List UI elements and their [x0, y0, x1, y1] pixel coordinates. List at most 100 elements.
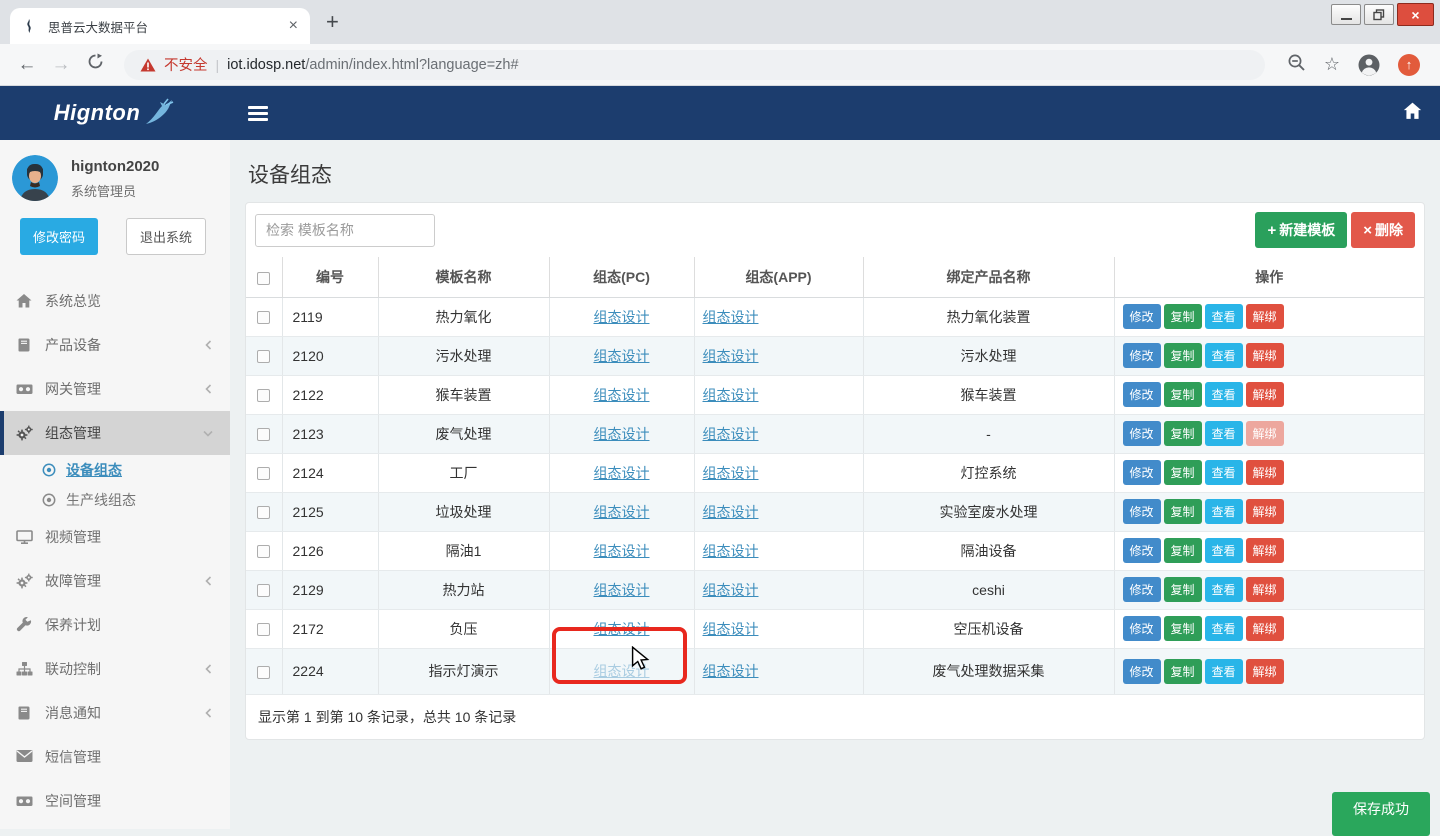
app-config-design-link[interactable]: 组态设计: [703, 621, 759, 637]
row-checkbox[interactable]: [257, 623, 270, 636]
sidebar-item-space-mgmt[interactable]: 空间管理: [0, 779, 230, 823]
sidebar-item-product-devices[interactable]: 产品设备: [0, 323, 230, 367]
pc-config-design-link[interactable]: 组态设计: [594, 663, 650, 679]
url-text[interactable]: iot.idosp.net/admin/index.html?language=…: [227, 56, 518, 74]
sidebar-item-fault-mgmt[interactable]: 故障管理: [0, 559, 230, 603]
hamburger-menu-icon[interactable]: [248, 106, 268, 121]
app-config-design-link[interactable]: 组态设计: [703, 504, 759, 520]
unbind-button[interactable]: 解绑: [1246, 421, 1284, 446]
row-checkbox[interactable]: [257, 666, 270, 679]
copy-button[interactable]: 复制: [1164, 382, 1202, 407]
row-checkbox[interactable]: [257, 545, 270, 558]
unbind-button[interactable]: 解绑: [1246, 343, 1284, 368]
window-restore-button[interactable]: [1364, 4, 1394, 25]
copy-button[interactable]: 复制: [1164, 616, 1202, 641]
sidebar-item-gateway-mgmt[interactable]: 网关管理: [0, 367, 230, 411]
unbind-button[interactable]: 解绑: [1246, 616, 1284, 641]
address-bar[interactable]: 不安全 | iot.idosp.net/admin/index.html?lan…: [124, 50, 1265, 80]
tab-close-icon[interactable]: ×: [289, 18, 298, 34]
logout-button[interactable]: 退出系统: [126, 218, 206, 255]
row-checkbox[interactable]: [257, 350, 270, 363]
view-button[interactable]: 查看: [1205, 304, 1243, 329]
view-button[interactable]: 查看: [1205, 538, 1243, 563]
row-checkbox[interactable]: [257, 311, 270, 324]
select-all-checkbox[interactable]: [257, 272, 270, 285]
app-config-design-link[interactable]: 组态设计: [703, 348, 759, 364]
window-minimize-button[interactable]: [1331, 4, 1361, 25]
zoom-out-icon[interactable]: [1287, 53, 1306, 77]
copy-button[interactable]: 复制: [1164, 421, 1202, 446]
unbind-button[interactable]: 解绑: [1246, 304, 1284, 329]
copy-button[interactable]: 复制: [1164, 499, 1202, 524]
forward-button[interactable]: →: [46, 54, 76, 76]
copy-button[interactable]: 复制: [1164, 460, 1202, 485]
app-config-design-link[interactable]: 组态设计: [703, 582, 759, 598]
pc-config-design-link[interactable]: 组态设计: [594, 621, 650, 637]
sidebar-subitem-line-config[interactable]: 生产线组态: [0, 485, 230, 515]
view-button[interactable]: 查看: [1205, 499, 1243, 524]
app-config-design-link[interactable]: 组态设计: [703, 387, 759, 403]
unbind-button[interactable]: 解绑: [1246, 659, 1284, 684]
modify-button[interactable]: 修改: [1123, 499, 1161, 524]
view-button[interactable]: 查看: [1205, 343, 1243, 368]
row-checkbox[interactable]: [257, 428, 270, 441]
app-config-design-link[interactable]: 组态设计: [703, 465, 759, 481]
pc-config-design-link[interactable]: 组态设计: [594, 348, 650, 364]
view-button[interactable]: 查看: [1205, 421, 1243, 446]
reload-button[interactable]: [80, 53, 110, 76]
view-button[interactable]: 查看: [1205, 659, 1243, 684]
search-input[interactable]: [255, 214, 435, 247]
pc-config-design-link[interactable]: 组态设计: [594, 309, 650, 325]
sidebar-item-maintenance-plan[interactable]: 保养计划: [0, 603, 230, 647]
modify-button[interactable]: 修改: [1123, 616, 1161, 641]
modify-button[interactable]: 修改: [1123, 659, 1161, 684]
unbind-button[interactable]: 解绑: [1246, 538, 1284, 563]
change-password-button[interactable]: 修改密码: [20, 218, 98, 255]
row-checkbox[interactable]: [257, 506, 270, 519]
delete-button[interactable]: ×删除: [1351, 212, 1415, 248]
view-button[interactable]: 查看: [1205, 382, 1243, 407]
copy-button[interactable]: 复制: [1164, 304, 1202, 329]
copy-button[interactable]: 复制: [1164, 343, 1202, 368]
sidebar-subitem-device-config[interactable]: 设备组态: [0, 455, 230, 485]
copy-button[interactable]: 复制: [1164, 538, 1202, 563]
home-button[interactable]: [1403, 102, 1422, 125]
browser-profile-icon[interactable]: [1358, 54, 1380, 76]
row-checkbox[interactable]: [257, 584, 270, 597]
pc-config-design-link[interactable]: 组态设计: [594, 504, 650, 520]
window-close-button[interactable]: ×: [1397, 3, 1434, 26]
copy-button[interactable]: 复制: [1164, 577, 1202, 602]
new-template-button[interactable]: +新建模板: [1255, 212, 1347, 248]
modify-button[interactable]: 修改: [1123, 382, 1161, 407]
modify-button[interactable]: 修改: [1123, 577, 1161, 602]
sidebar-item-message-notify[interactable]: 消息通知: [0, 691, 230, 735]
modify-button[interactable]: 修改: [1123, 538, 1161, 563]
unbind-button[interactable]: 解绑: [1246, 382, 1284, 407]
sidebar-item-sms-mgmt[interactable]: 短信管理: [0, 735, 230, 779]
new-tab-button[interactable]: +: [326, 9, 339, 35]
bookmark-star-icon[interactable]: ☆: [1324, 54, 1340, 75]
sidebar-item-config-mgmt[interactable]: 组态管理: [0, 411, 230, 455]
pc-config-design-link[interactable]: 组态设计: [594, 582, 650, 598]
unbind-button[interactable]: 解绑: [1246, 577, 1284, 602]
browser-update-icon[interactable]: ↑: [1398, 54, 1420, 76]
view-button[interactable]: 查看: [1205, 460, 1243, 485]
sidebar-item-linkage-control[interactable]: 联动控制: [0, 647, 230, 691]
sidebar-item-system-overview[interactable]: 系统总览: [0, 279, 230, 323]
app-config-design-link[interactable]: 组态设计: [703, 309, 759, 325]
modify-button[interactable]: 修改: [1123, 343, 1161, 368]
app-config-design-link[interactable]: 组态设计: [703, 663, 759, 679]
unbind-button[interactable]: 解绑: [1246, 460, 1284, 485]
sidebar-item-video-mgmt[interactable]: 视频管理: [0, 515, 230, 559]
view-button[interactable]: 查看: [1205, 616, 1243, 641]
modify-button[interactable]: 修改: [1123, 421, 1161, 446]
pc-config-design-link[interactable]: 组态设计: [594, 387, 650, 403]
copy-button[interactable]: 复制: [1164, 659, 1202, 684]
pc-config-design-link[interactable]: 组态设计: [594, 426, 650, 442]
security-warning[interactable]: 不安全: [164, 54, 208, 75]
unbind-button[interactable]: 解绑: [1246, 499, 1284, 524]
back-button[interactable]: ←: [12, 54, 42, 76]
app-config-design-link[interactable]: 组态设计: [703, 543, 759, 559]
app-config-design-link[interactable]: 组态设计: [703, 426, 759, 442]
view-button[interactable]: 查看: [1205, 577, 1243, 602]
